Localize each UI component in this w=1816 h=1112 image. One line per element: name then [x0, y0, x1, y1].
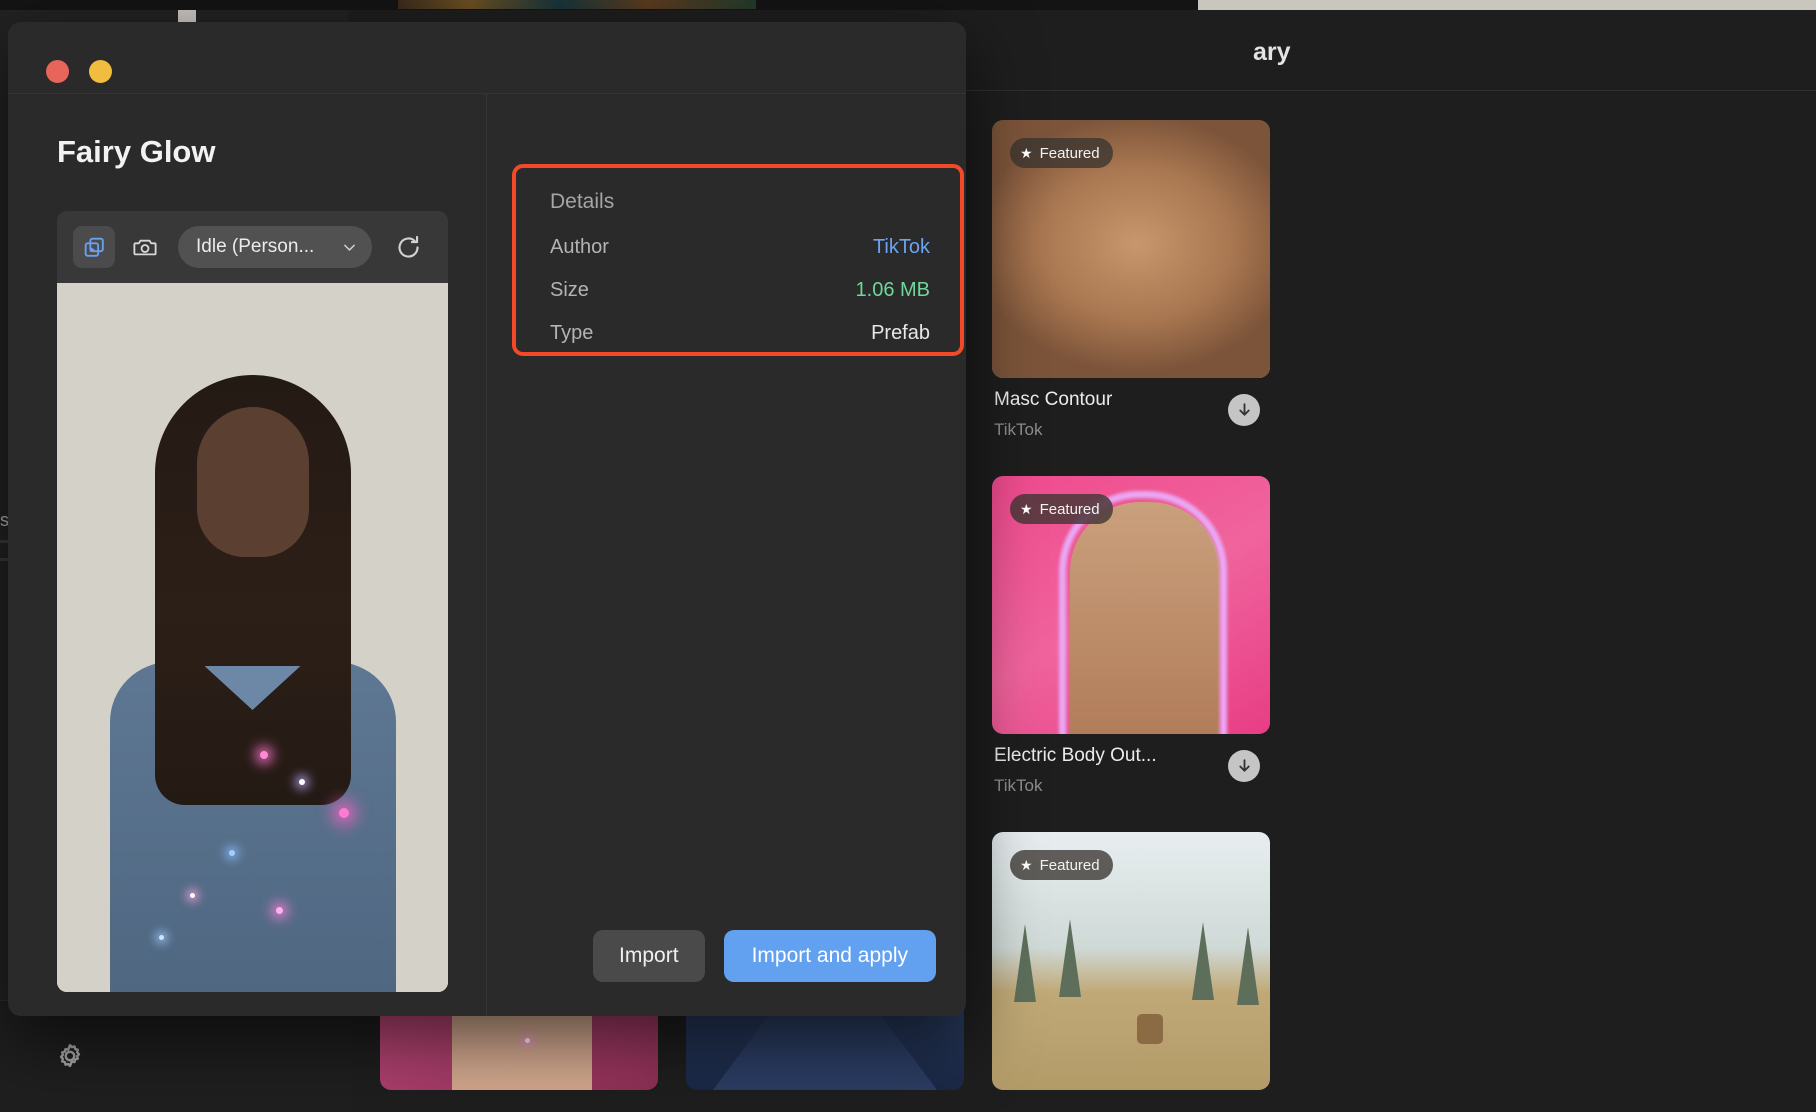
video-stack-icon[interactable] [73, 226, 115, 268]
detail-row-size: Size 1.06 MB [550, 279, 930, 302]
details-heading: Details [550, 190, 615, 213]
card-author: TikTok [994, 420, 1043, 439]
featured-badge: ★ Featured [1010, 138, 1113, 168]
details-panel: Details Author TikTok Size 1.06 MB Type … [512, 164, 964, 356]
gallery-card[interactable]: ★ Featured Electric Body Out... TikTok [992, 476, 1270, 806]
modal-preview-pane: Fairy Glow Idle (Person... [8, 94, 486, 1016]
download-arrow-icon[interactable] [1228, 394, 1260, 426]
background-page-title: ary [1253, 38, 1291, 66]
animation-select[interactable]: Idle (Person... [178, 226, 372, 268]
card-author: TikTok [994, 776, 1043, 795]
detail-key: Author [550, 236, 609, 258]
detail-key: Size [550, 279, 589, 301]
detail-row-author: Author TikTok [550, 236, 930, 259]
card-meta: Electric Body Out... TikTok [992, 734, 1270, 796]
card-title: Masc Contour [994, 389, 1113, 410]
import-button[interactable]: Import [593, 930, 705, 982]
featured-badge: ★ Featured [1010, 850, 1113, 880]
card-meta: Masc Contour TikTok [992, 378, 1270, 440]
refresh-icon[interactable] [387, 226, 429, 268]
gallery-card[interactable]: ★ Featured Masc Contour TikTok [992, 120, 1270, 450]
gallery-card[interactable]: ★ Featured [992, 832, 1270, 1112]
camera-icon[interactable] [124, 226, 166, 268]
star-icon: ★ [1020, 857, 1033, 873]
preview-face-shape [196, 407, 309, 558]
featured-badge-label: Featured [1039, 856, 1100, 874]
asset-title: Fairy Glow [57, 134, 216, 169]
card-thumbnail[interactable]: ★ Featured [992, 832, 1270, 1090]
detail-row-type: Type Prefab [550, 322, 930, 345]
detail-key: Type [550, 322, 594, 344]
import-and-apply-button[interactable]: Import and apply [723, 930, 936, 982]
asset-detail-modal: Fairy Glow Idle (Person... Details Autho… [8, 22, 966, 1016]
preview-image [57, 283, 448, 992]
header-divider [960, 90, 1816, 91]
preview-toolbar: Idle (Person... [57, 211, 448, 283]
card-thumbnail[interactable]: ★ Featured [992, 476, 1270, 734]
card-title: Electric Body Out... [994, 745, 1157, 766]
download-arrow-icon[interactable] [1228, 750, 1260, 782]
minimize-button[interactable] [89, 60, 112, 83]
screen-root: s ary ★ Featured Sakura TikTok [0, 0, 1816, 1112]
star-icon: ★ [1020, 145, 1033, 161]
modal-body: Fairy Glow Idle (Person... Details Autho… [8, 94, 966, 1016]
close-button[interactable] [46, 60, 69, 83]
detail-value-type: Prefab [871, 322, 930, 344]
animation-select-value: Idle (Person... [196, 236, 315, 257]
preview-card: Idle (Person... [57, 211, 448, 992]
background-tab-thumbnail [398, 0, 756, 9]
featured-badge: ★ Featured [1010, 494, 1113, 524]
detail-value-author[interactable]: TikTok [873, 236, 930, 259]
star-icon: ★ [1020, 501, 1033, 517]
featured-badge-label: Featured [1039, 144, 1100, 162]
modal-action-bar: Import Import and apply [593, 930, 936, 982]
card-thumbnail[interactable]: ★ Featured [992, 120, 1270, 378]
chevron-down-icon [344, 244, 355, 251]
deer-shape [1136, 1013, 1163, 1044]
settings-gear-button[interactable] [50, 1036, 90, 1076]
background-right-pane-edge [1198, 0, 1816, 10]
detail-value-size: 1.06 MB [855, 279, 930, 301]
modal-titlebar [8, 22, 966, 94]
modal-details-pane: Details Author TikTok Size 1.06 MB Type … [486, 94, 966, 1016]
featured-badge-label: Featured [1039, 500, 1100, 518]
